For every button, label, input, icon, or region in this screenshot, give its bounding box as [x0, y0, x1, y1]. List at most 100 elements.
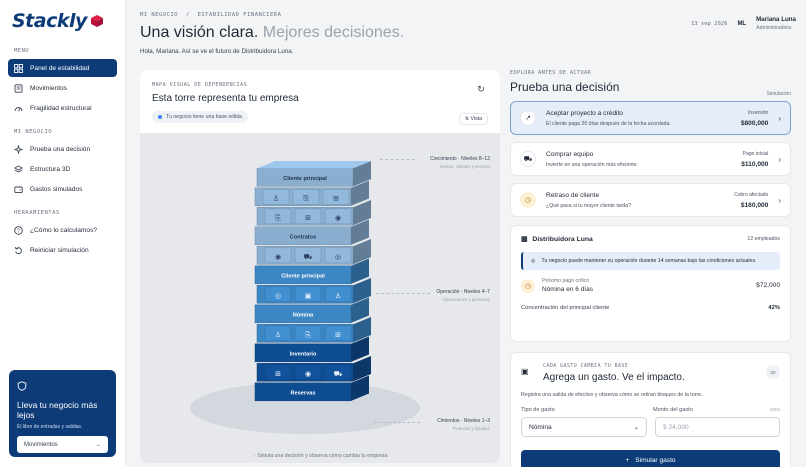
- tower-block-label: Contratos: [290, 235, 316, 241]
- status-badge-label: Tu negocio tiene una base sólida: [166, 114, 242, 120]
- simulation-label: Simulación: [766, 91, 791, 97]
- sidebar-item-gastos[interactable]: Gastos simulados: [8, 180, 117, 198]
- tower-brick-icon: ◎: [275, 292, 281, 300]
- expense-amount-label: Monto del gasto: [653, 407, 693, 413]
- level-title: Operación · Niveles 4–7: [436, 289, 490, 295]
- truck-icon: ⛟: [520, 151, 536, 167]
- view-toggle-label: Vista: [470, 116, 482, 122]
- plus-icon: +: [625, 456, 630, 464]
- level-leader-line: [376, 293, 430, 294]
- decision-option-delay[interactable]: ◷ Retraso de cliente ¿Qué pasa si tu may…: [510, 183, 791, 217]
- sliders-icon: ⇅: [464, 116, 470, 122]
- sidebar-item-label: Prueba una decisión: [30, 145, 91, 153]
- clock-icon: ◷: [520, 192, 536, 208]
- svg-text:?: ?: [17, 228, 20, 234]
- decision-title: Prueba una decisión: [510, 80, 620, 94]
- option-subtitle: Invierte en una operación más eficiente.: [546, 161, 638, 168]
- runway-alert-text: Tu negocio puede mantener su operación d…: [541, 258, 757, 264]
- concentration-row: Concentración del principal cliente 42%: [521, 305, 780, 311]
- tower-visual[interactable]: Cliente principal ♙ ⎘ ⊞ ⎘ ⊞ ◉ Contratos ◉ ⛟ ◎ Clien…: [140, 133, 500, 443]
- tower-block-top: [257, 161, 371, 169]
- sidebar-item-reiniciar[interactable]: Reiniciar simulación: [8, 241, 117, 259]
- promo-link-field[interactable]: Movimientos →: [17, 436, 108, 453]
- level-title: Crecimiento · Niveles 8–12: [429, 156, 490, 162]
- sidebar-item-prueba[interactable]: Prueba una decisión: [8, 140, 117, 158]
- arrow-right-icon: →: [95, 441, 101, 448]
- tower-brick-icon: ♙: [335, 292, 341, 300]
- expense-card: ▣ 00 CADA GASTO CAMBIA TU BASE Agrega un…: [510, 352, 791, 467]
- sidebar-item-label: Estructura 3D: [30, 165, 71, 173]
- promo-subtitle: El libro de entradas y salidas.: [17, 424, 83, 430]
- tower-brick-icon: ♙: [273, 195, 279, 203]
- expense-title: Agrega un gasto. Ve el impacto.: [543, 372, 685, 383]
- brand-logo[interactable]: Stackly: [8, 10, 117, 32]
- refresh-icon[interactable]: ↻: [474, 82, 488, 96]
- avatar[interactable]: ML: [737, 21, 746, 27]
- promo-card: Lleva tu negocio más lejos El libro de e…: [9, 370, 116, 457]
- clock-icon: ◷: [521, 278, 535, 293]
- expense-type-select[interactable]: Nómina ⌄: [521, 417, 647, 437]
- level-title: Cimientos · Niveles 1–3: [437, 418, 490, 424]
- breadcrumb-separator: /: [185, 12, 190, 18]
- decision-option-equipment[interactable]: ⛟ Comprar equipo Invierte en una operaci…: [510, 142, 791, 176]
- concentration-value: 42%: [768, 305, 780, 311]
- tower-brick-icon: ⎘: [275, 214, 281, 222]
- user-box[interactable]: 13 sep 2026 ML Mariana Luna Administrado…: [691, 16, 796, 31]
- company-summary-card: ▦ Distribuidora Luna 12 empleados ◎ Tu n…: [510, 225, 791, 342]
- company-name-row: ▦ Distribuidora Luna: [521, 235, 593, 244]
- option-title: Comprar equipo: [546, 150, 594, 158]
- view-toggle-button[interactable]: ⇅ Vista: [458, 113, 488, 125]
- headline-main: Una visión clara.: [140, 24, 259, 41]
- wallet-icon: ▣: [521, 367, 529, 376]
- sidebar-item-estructura[interactable]: Estructura 3D: [8, 160, 117, 178]
- tower-block-label: Cliente principal: [283, 176, 327, 182]
- gauge-icon: [14, 104, 23, 113]
- sidebar-item-movimientos[interactable]: Movimientos: [8, 79, 117, 97]
- option-value: $160,000: [740, 201, 769, 209]
- tower-brick-icon: ⊞: [275, 370, 281, 378]
- cube-icon: [90, 15, 103, 27]
- chevron-right-icon: ›: [778, 113, 781, 123]
- chevron-right-icon: ›: [778, 154, 781, 164]
- sidebar-item-panel[interactable]: Panel de estabilidad: [8, 59, 117, 77]
- level-label-growth: Crecimiento · Niveles 8–12 Ventas, clien…: [430, 156, 490, 169]
- sidebar-item-calculo[interactable]: ? ¿Cómo lo calculamos?: [8, 221, 117, 239]
- breadcrumb-item-negocio[interactable]: MI NEGOCIO: [140, 12, 178, 18]
- dependency-map-card: MAPA VISUAL DE DEPENDENCIAS Esta torre r…: [140, 70, 500, 463]
- shield-icon: [17, 381, 27, 391]
- currency-label: MXN: [770, 407, 780, 412]
- tower-block-label: Inventario: [290, 352, 317, 358]
- chevron-down-icon: ⌄: [633, 424, 639, 431]
- sidebar-item-label: ¿Cómo lo calculamos?: [30, 226, 98, 234]
- menu-section-label: MENU: [14, 48, 30, 54]
- option-subtitle: ¿Qué pasa si tu mayor cliente tarda?: [546, 202, 632, 209]
- grid-icon: [14, 63, 23, 73]
- reset-icon: [14, 246, 23, 255]
- layers-icon: [14, 165, 23, 174]
- concentration-label: Concentración del principal cliente: [521, 305, 610, 311]
- next-payment-label: Próximo pago crítico: [542, 278, 590, 284]
- next-payment-row: ◷ Próximo pago crítico Nómina en 6 días …: [521, 278, 780, 293]
- tower-brick-icon: ◉: [275, 253, 281, 261]
- help-icon: ?: [14, 225, 23, 235]
- tower-brick-icon: ◉: [335, 214, 341, 222]
- map-footer: ◌ Simula una decisión y observa cómo cam…: [140, 453, 500, 459]
- option-tag: Inversión: [748, 109, 769, 116]
- expense-amount-input[interactable]: $ 24,000: [655, 417, 780, 437]
- sidebar-item-label: Movimientos: [30, 84, 68, 92]
- expense-type-value: Nómina: [529, 423, 552, 431]
- current-date: 13 sep 2026: [691, 20, 728, 27]
- pointer-icon: ◌: [252, 453, 256, 459]
- sidebar-item-fragilidad[interactable]: Fragilidad estructural: [8, 99, 117, 117]
- sparkle-icon: [14, 144, 23, 154]
- decision-kicker: EXPLORA ANTES DE ACTUAR: [510, 70, 592, 76]
- map-kicker: MAPA VISUAL DE DEPENDENCIAS: [152, 82, 248, 88]
- greeting-text: Hola, Mariana. Así se ve el futuro de Di…: [140, 48, 294, 55]
- simulate-expense-button[interactable]: + Simular gasto: [521, 450, 780, 467]
- decision-option-credit[interactable]: ↗ Aceptar proyecto a crédito El cliente …: [510, 101, 791, 135]
- tower-brick-icon: ⎘: [305, 331, 311, 339]
- map-header: MAPA VISUAL DE DEPENDENCIAS Esta torre r…: [140, 70, 500, 133]
- brand-name: Stackly: [12, 10, 87, 32]
- tools-group: HERRAMIENTAS ? ¿Cómo lo calculamos? Rein…: [8, 210, 117, 259]
- level-subtitle: Finanzas y liquidez: [452, 426, 490, 431]
